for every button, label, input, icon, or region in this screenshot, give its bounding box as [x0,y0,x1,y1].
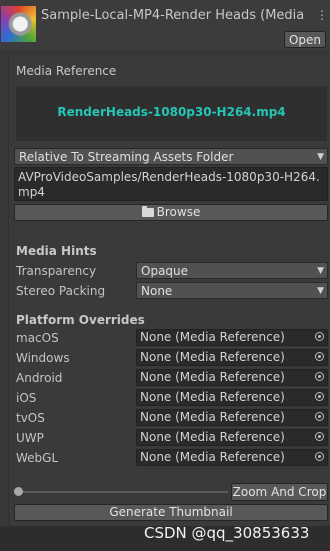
object-picker-icon[interactable] [315,452,324,461]
platform-label-android: Android [16,371,63,385]
browse-label: Browse [156,205,201,219]
thumbnail-time-slider-handle[interactable] [14,487,23,496]
media-reference-label: Media Reference [16,64,117,78]
inspector-header: Sample-Local-MP4-Render Heads (Media ⋮ O… [0,0,330,50]
platform-field-ios[interactable]: None (Media Reference) [136,389,328,406]
platform-field-windows[interactable]: None (Media Reference) [136,349,328,366]
kebab-menu-icon[interactable]: ⋮ [316,8,328,22]
asset-title: Sample-Local-MP4-Render Heads (Media [41,8,305,23]
folder-icon [141,206,154,217]
caret-down-icon: ▼ [317,152,324,162]
object-picker-icon[interactable] [315,392,324,401]
media-file-name: RenderHeads-1080p30-H264.mp4 [57,105,286,119]
path-location-dropdown[interactable]: Relative To Streaming Assets Folder ▼ [14,148,328,165]
platform-value-tvos: None (Media Reference) [140,410,285,424]
thumbnail-time-slider[interactable] [18,491,228,493]
object-picker-icon[interactable] [315,372,324,381]
platform-field-tvos[interactable]: None (Media Reference) [136,409,328,426]
platform-label-macos: macOS [16,331,59,345]
platform-label-windows: Windows [16,351,70,365]
media-preview-box: RenderHeads-1080p30-H264.mp4 [16,86,327,141]
platform-field-macos[interactable]: None (Media Reference) [136,329,328,346]
platform-label-webgl: WebGL [16,451,59,465]
platform-label-ios: iOS [16,391,37,405]
caret-down-icon: ▼ [317,266,324,276]
object-picker-icon[interactable] [315,412,324,421]
platform-value-windows: None (Media Reference) [140,350,285,364]
platform-value-macos: None (Media Reference) [140,330,285,344]
transparency-label: Transparency [16,264,97,278]
platform-field-android[interactable]: None (Media Reference) [136,369,328,386]
platform-value-webgl: None (Media Reference) [140,450,285,464]
media-path-text: AVProVideoSamples/RenderHeads-1080p30-H2… [18,170,320,199]
path-location-value: Relative To Streaming Assets Folder [19,150,234,164]
stereo-packing-value: None [141,284,173,298]
transparency-dropdown[interactable]: Opaque ▼ [136,262,328,279]
platform-field-uwp[interactable]: None (Media Reference) [136,429,328,446]
browse-button[interactable]: Browse [14,204,328,221]
open-button[interactable]: Open [284,31,326,48]
generate-thumbnail-button[interactable]: Generate Thumbnail [14,504,328,521]
object-picker-icon[interactable] [315,352,324,361]
object-picker-icon[interactable] [315,332,324,341]
platform-value-uwp: None (Media Reference) [140,430,285,444]
platform-field-webgl[interactable]: None (Media Reference) [136,449,328,466]
watermark-text: CSDN @qq_30853633 [144,524,310,542]
transparency-value: Opaque [141,264,189,278]
object-picker-icon[interactable] [315,432,324,441]
platform-label-uwp: UWP [16,431,44,445]
media-path-field[interactable]: AVProVideoSamples/RenderHeads-1080p30-H2… [14,167,328,201]
platform-value-ios: None (Media Reference) [140,390,285,404]
platform-overrides-title: Platform Overrides [16,313,145,327]
caret-down-icon: ▼ [317,286,324,296]
media-thumbnail [1,6,36,42]
stereo-packing-dropdown[interactable]: None ▼ [136,282,328,299]
platform-value-android: None (Media Reference) [140,370,285,384]
media-hints-title: Media Hints [16,244,97,258]
stereo-packing-label: Stereo Packing [16,284,106,298]
platform-label-tvos: tvOS [16,411,45,425]
zoom-and-crop-button[interactable]: Zoom And Crop [231,483,328,501]
